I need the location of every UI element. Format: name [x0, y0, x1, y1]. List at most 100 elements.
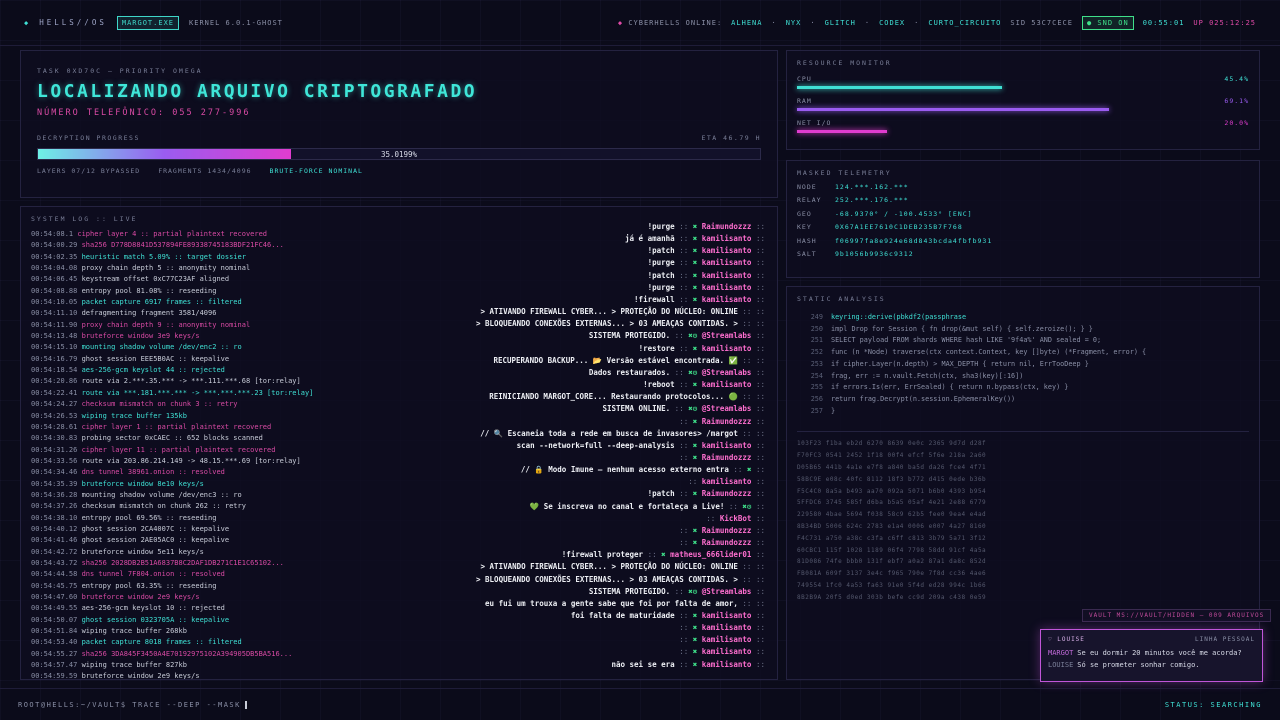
log-timestamp: 00:54:31.26 — [31, 445, 78, 454]
online-user[interactable]: CURTO_CIRCUITO — [928, 19, 1001, 27]
chat-username[interactable]: Raimundozzz — [702, 538, 752, 547]
log-line: 00:54:37.26 checksum mismatch on chunk 2… — [31, 501, 431, 512]
chat-username[interactable]: kamilisanto — [702, 477, 752, 486]
process-chip[interactable]: MARGOT.EXE — [116, 15, 180, 30]
log-line: 00:54:41.46 ghost session 2AE05AC0 :: ke… — [31, 535, 431, 546]
log-timestamp: 00:54:30.83 — [31, 434, 78, 443]
chat-username[interactable]: kamilisanto — [702, 234, 752, 243]
chat-text: SISTEMA PROTEGIDO. — [588, 331, 671, 341]
chat-username[interactable]: @Streamlabs — [702, 404, 752, 413]
resource-row: NET I/O 20.0% — [797, 119, 1249, 127]
log-timestamp: 00:54:11.90 — [31, 320, 78, 329]
chat-username[interactable]: kamilisanto — [702, 271, 752, 280]
chat-separator: :: — [751, 246, 765, 256]
log-message: wiping trace buffer 268kb — [81, 627, 187, 636]
chat-username[interactable]: kamilisanto — [702, 258, 752, 267]
chat-message: :: ✖ kamilisanto :: — [425, 646, 765, 658]
terminal-prompt[interactable]: ROOT@HELLS:~/VAULT$ TRACE --DEEP --MASK — [18, 700, 247, 709]
chat-text: > BLOQUEANDO CONEXÕES EXTERNAS... > 03 A… — [476, 574, 738, 584]
chat-username[interactable]: kamilisanto — [702, 441, 752, 450]
chat-separator: :: — [737, 392, 756, 402]
chat-text: 💚 Se inscreva no canal e fortaleça a Liv… — [529, 501, 725, 511]
log-line: 00:54:35.39 bruteforce window 8e10 keys/… — [31, 479, 431, 490]
chat-separator: :: — [751, 258, 765, 268]
chat-username[interactable]: @Streamlabs — [702, 368, 752, 377]
telemetry-title: MASKED TELEMETRY — [797, 169, 892, 177]
notification-message-2: LOUISE Só se prometer sonhar comigo. — [1048, 661, 1200, 669]
chat-username[interactable]: kamilisanto — [702, 295, 752, 304]
chat-separator: :: — [706, 513, 720, 523]
log-line: 00:54:22.41 route via ***.181.***.*** ->… — [31, 388, 431, 399]
resource-value: 69.1% — [1224, 97, 1249, 105]
chat-separator: :: — [751, 477, 765, 487]
chat-username[interactable]: kamilisanto — [702, 611, 752, 620]
log-message: route via 2.***.35.*** -> ***.111.***.68… — [81, 377, 301, 386]
log-message: ghost session 0323705A :: keepalive — [81, 615, 230, 624]
log-message: defragmenting fragment 3581/4096 — [81, 309, 217, 318]
code-line: 252 func (n *Node) traverse(ctx context.C… — [797, 347, 1249, 359]
online-user[interactable]: ALHENA — [731, 19, 762, 27]
chat-separator: :: — [674, 258, 693, 268]
chat-username[interactable]: matheus_666lider01 — [670, 550, 751, 559]
chat-message: > ATIVANDO FIREWALL CYBER... > PROTEÇÃO … — [425, 561, 765, 573]
log-line: 00:54:49.55 aes-256-gcm keyslot 10 :: re… — [31, 603, 431, 614]
chat-text: !patch — [647, 270, 675, 280]
vault-label[interactable]: VAULT MS://VAULT/HIDDEN — 009 ARQUIVOS — [1082, 609, 1272, 622]
resource-fill — [797, 108, 1110, 111]
chat-text: !purge — [647, 258, 675, 268]
resource-bar — [797, 130, 1249, 133]
chat-username[interactable]: Raimundozzz — [702, 489, 752, 498]
chat-separator: :: — [674, 222, 693, 231]
chat-username[interactable]: kamilisanto — [702, 623, 752, 632]
telemetry-key: HASH — [797, 236, 817, 245]
hex-row: D05B65 441b 4a1e e7f8 a840 ba5d da26 fce… — [797, 463, 987, 471]
task-panel: TASK 0XD70C — PRIORITY OMEGA LOCALIZANDO… — [20, 50, 778, 198]
chat-username[interactable]: @Streamlabs — [702, 587, 752, 596]
chat-username[interactable]: kamilisanto — [702, 283, 752, 292]
notification-card[interactable]: ♡ LOUISE LINHA PESSOAL MARGOT Se eu dormir… — [1040, 629, 1263, 682]
log-timestamp: 00:54:15.10 — [31, 343, 78, 352]
chat-separator: :: — [679, 635, 693, 645]
telemetry-key: KEY — [797, 223, 812, 231]
chat-username[interactable]: Raimundozzz — [702, 526, 752, 535]
chat-username[interactable]: Raimundozzz — [702, 417, 752, 426]
chat-separator: :: — [755, 562, 765, 572]
chat-username[interactable]: kamilisanto — [702, 647, 752, 656]
online-user[interactable]: GLITCH — [825, 19, 856, 27]
notification-sender: ♡ LOUISE — [1048, 636, 1085, 643]
chat-text: REINICIANDO MARGOT_CORE... Restaurando p… — [489, 392, 738, 402]
sound-toggle[interactable]: ● SND ON — [1081, 15, 1134, 30]
log-timestamp: 00:54:59.59 — [31, 672, 78, 680]
online-user[interactable]: CODEX — [879, 19, 905, 27]
progress-bar: 35.0199% — [37, 148, 761, 160]
chat-username[interactable]: Raimundozzz — [702, 222, 752, 231]
hex-row: F5C4C0 8a5a b493 aa70 092a 5071 b6b0 439… — [797, 487, 987, 495]
line-number: 253 — [810, 359, 823, 368]
telemetry-row: SALT 9b1056b9936c9312 — [797, 250, 1249, 258]
chat-message: :: KickBot :: — [425, 513, 765, 525]
chat-separator: :: — [751, 294, 765, 304]
code-line: 250 impl Drop for Session { fn drop(&mut … — [797, 324, 1249, 336]
chat-username[interactable]: kamilisanto — [702, 660, 752, 669]
code-text: SELECT payload FROM shards WHERE hash LI… — [831, 336, 1102, 345]
chat-text: eu fui um trouxa a gente sabe que foi po… — [485, 598, 738, 608]
chat-username[interactable]: @Streamlabs — [702, 331, 752, 340]
chat-message: > ATIVANDO FIREWALL CYBER... > PROTEÇÃO … — [425, 306, 765, 318]
chat-username[interactable]: kamilisanto — [702, 380, 752, 389]
chat-username[interactable]: kamilisanto — [702, 344, 752, 353]
code-line: 253 if cipher.Layer(n.depth) > MAX_DEPTH … — [797, 359, 1249, 371]
chat-text: > BLOQUEANDO CONEXÕES EXTERNAS... > 03 A… — [476, 319, 738, 329]
chat-username[interactable]: kamilisanto — [702, 635, 752, 644]
chat-message: !purge :: ✖ kamilisanto :: — [425, 282, 765, 294]
telemetry-row: GEO -68.9370° / -100.4533° [ENC] — [797, 210, 1249, 218]
chat-username[interactable]: Raimundozzz — [702, 453, 752, 462]
resource-fill — [797, 86, 1003, 89]
online-user[interactable]: NYX — [786, 19, 802, 27]
chat-username[interactable]: kamilisanto — [702, 246, 752, 255]
chat-separator: :: — [751, 234, 765, 244]
log-line: 00:54:36.28 mounting shadow volume /dev/… — [31, 490, 431, 501]
chat-username[interactable]: KickBot — [720, 514, 752, 523]
online-label: ◆ CYBERHELLS ONLINE: — [617, 18, 723, 27]
log-message: keystream offset 0xC77C23AF aligned — [81, 275, 230, 284]
uptime: UP 025:12:25 — [1193, 18, 1256, 27]
